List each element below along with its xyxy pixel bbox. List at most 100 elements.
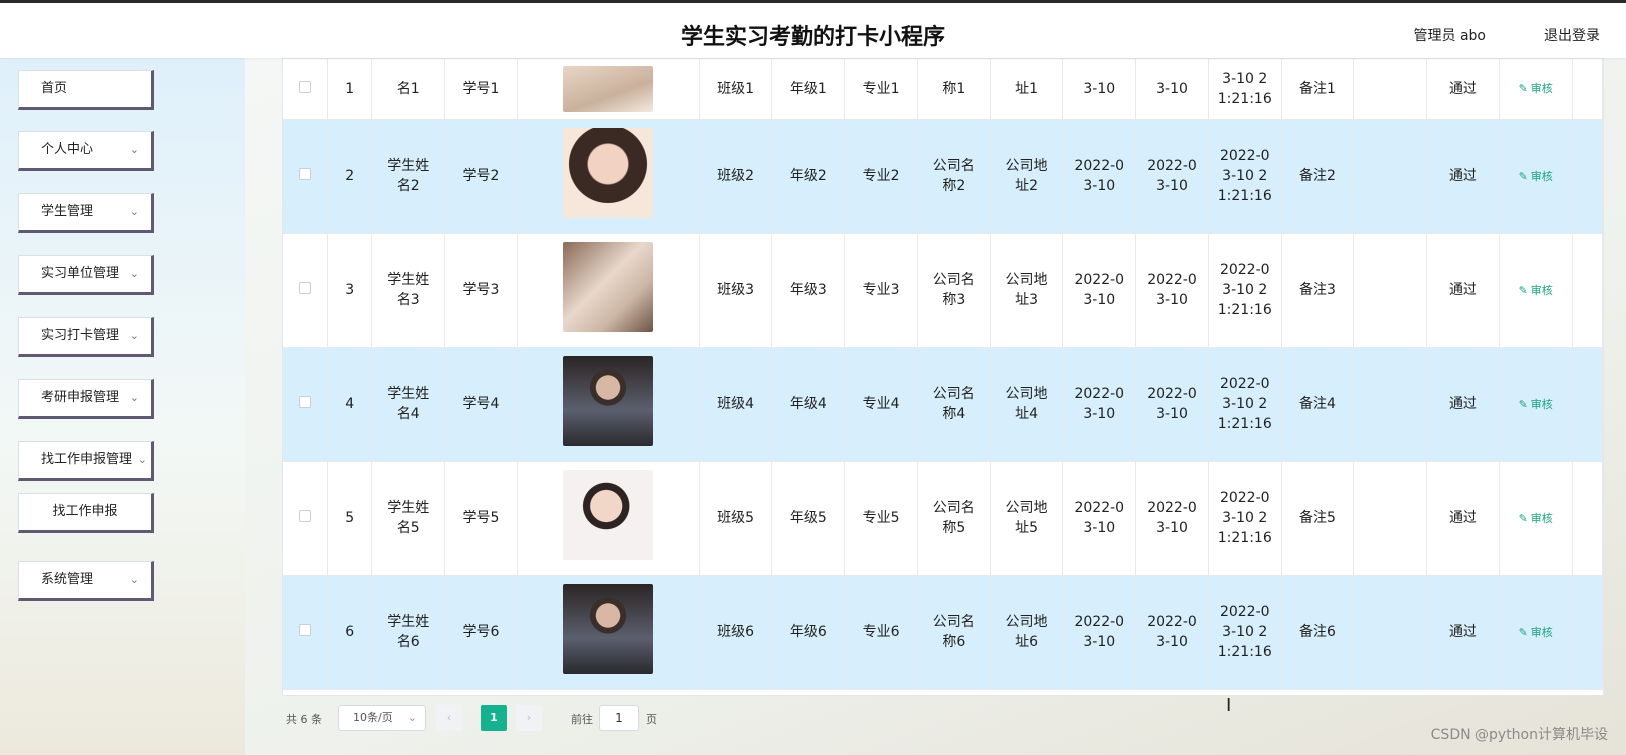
page-number-current[interactable]: 1 (481, 705, 507, 731)
cell-status: 通过 (1426, 119, 1500, 234)
cell-student-no: 学号6 (444, 575, 518, 690)
sidebar-item-label: 找工作申报 (52, 504, 118, 519)
cell-checkin-time: 3-10 2 1:21:16 (1208, 59, 1282, 120)
cell-grade: 年级4 (771, 347, 846, 462)
chevron-down-icon: ⌄ (129, 267, 139, 280)
student-photo (563, 128, 654, 218)
page-size-select[interactable]: 10条/页 ⌄ (338, 705, 426, 731)
sidebar-item-label: 考研申报管理 (41, 390, 120, 405)
audit-button[interactable]: ✎ 审核 (1519, 512, 1553, 525)
cell-checkin-time: 2022-0 3-10 2 1:21:16 (1208, 119, 1282, 234)
cell-company: 公司名 称5 (917, 461, 991, 576)
cell-name: 学生姓 名6 (371, 575, 446, 690)
page-title: 学生实习考勤的打卡小程序 (680, 25, 945, 50)
logout-link[interactable]: 退出登录 (1544, 25, 1600, 45)
cell-checkin-time: 2022-0 3-10 2 1:21:16 (1208, 575, 1282, 690)
audit-button[interactable]: ✎ 审核 (1519, 284, 1553, 297)
edit-pen-icon: ✎ (1518, 283, 1528, 297)
cell-remark: 备注4 (1281, 347, 1355, 462)
cell-date-end: 2022-0 3-10 (1135, 347, 1209, 462)
cell-class: 班级2 (699, 119, 773, 234)
audit-label: 审核 (1530, 169, 1553, 183)
sidebar-item-postgrad-application[interactable]: 考研申报管理 ⌄ (18, 379, 154, 419)
student-photo (563, 242, 654, 332)
cell-remark: 备注3 (1281, 233, 1355, 348)
sidebar-item-internship-unit[interactable]: 实习单位管理 ⌄ (18, 255, 154, 295)
text-cursor-icon: I (1226, 695, 1232, 716)
prev-page-button[interactable]: ‹ (436, 705, 462, 731)
student-photo (563, 584, 654, 674)
cell-remark: 备注1 (1281, 59, 1355, 120)
audit-button[interactable]: ✎ 审核 (1519, 170, 1553, 183)
row-checkbox[interactable] (298, 624, 311, 636)
audit-label: 审核 (1530, 625, 1553, 639)
cell-address: 公司地 址6 (990, 575, 1064, 690)
next-page-button[interactable]: › (516, 705, 542, 731)
table-row: 1 名1 学号1 班级1 年级1 专业1 称1 址1 3-10 3-10 3-1… (283, 59, 1603, 120)
audit-label: 审核 (1530, 511, 1553, 525)
row-checkbox[interactable] (298, 396, 311, 408)
cell-index: 5 (327, 461, 373, 576)
sidebar-item-student-management[interactable]: 学生管理 ⌄ (18, 193, 154, 233)
cell-name: 学生姓 名3 (371, 233, 446, 348)
cell-name: 学生姓 名4 (371, 347, 446, 462)
cell-company: 公司名 称2 (917, 119, 991, 234)
cell-address: 公司地 址2 (990, 119, 1064, 234)
cell-date-end: 2022-0 3-10 (1135, 461, 1209, 576)
table-row: 3 学生姓 名3 学号3 班级3 年级3 专业3 公司名 称3 公司地 址3 2… (283, 233, 1603, 348)
goto-page-input[interactable] (599, 705, 639, 731)
cell-date-end: 2022-0 3-10 (1135, 575, 1209, 690)
audit-button[interactable]: ✎ 审核 (1519, 398, 1553, 411)
cell-class: 班级1 (699, 59, 773, 120)
cell-date-start: 2022-0 3-10 (1062, 119, 1137, 234)
cell-grade: 年级6 (771, 575, 846, 690)
chevron-down-icon: ⌄ (129, 205, 139, 218)
cell-date-end: 3-10 (1135, 59, 1209, 120)
header-bar: 学生实习考勤的打卡小程序 管理员 abo 退出登录 (0, 0, 1626, 58)
row-checkbox[interactable] (298, 282, 311, 294)
audit-label: 审核 (1530, 397, 1553, 411)
sidebar-item-home[interactable]: 首页 (18, 70, 154, 110)
cell-grade: 年级5 (771, 461, 846, 576)
row-checkbox[interactable] (298, 80, 311, 93)
sidebar-item-system-management[interactable]: 系统管理 ⌄ (18, 561, 154, 601)
audit-button[interactable]: ✎ 审核 (1519, 626, 1553, 639)
cell-checkin-time: 2022-0 3-10 2 1:21:16 (1208, 461, 1282, 576)
admin-label: 管理员 abo (1413, 28, 1486, 44)
cell-company: 公司名 称4 (917, 347, 991, 462)
cell-index: 3 (327, 233, 373, 348)
table-row: 2 学生姓 名2 学号2 班级2 年级2 专业2 公司名 称2 公司地 址2 2… (283, 119, 1603, 234)
row-checkbox[interactable] (298, 168, 311, 180)
student-photo (563, 470, 654, 560)
sidebar-item-job-application-management[interactable]: 找工作申报管理 ⌄ (18, 441, 154, 481)
cell-class: 班级4 (699, 347, 773, 462)
row-checkbox[interactable] (298, 510, 311, 522)
edit-pen-icon: ✎ (1518, 511, 1528, 525)
sidebar-item-label: 学生管理 (41, 204, 94, 219)
student-photo (563, 356, 654, 446)
cell-date-start: 2022-0 3-10 (1062, 461, 1137, 576)
cell-status: 通过 (1426, 59, 1500, 120)
cell-status: 通过 (1426, 575, 1500, 690)
edit-pen-icon: ✎ (1518, 625, 1528, 639)
sidebar-subitem-job-application[interactable]: 找工作申报 (18, 493, 154, 533)
sidebar-item-label: 实习单位管理 (41, 266, 120, 281)
cell-grade: 年级2 (771, 119, 846, 234)
chevron-down-icon: ⌄ (137, 453, 147, 466)
sidebar-item-label: 找工作申报管理 (41, 452, 133, 467)
audit-label: 审核 (1530, 82, 1553, 96)
cell-date-start: 2022-0 3-10 (1062, 233, 1137, 348)
cell-student-no: 学号1 (444, 59, 518, 120)
audit-button[interactable]: ✎ 审核 (1519, 82, 1553, 95)
cell-index: 1 (327, 59, 373, 120)
total-count: 共 6 条 (286, 713, 322, 726)
sidebar-item-checkin-management[interactable]: 实习打卡管理 ⌄ (18, 317, 154, 357)
cell-major: 专业5 (844, 461, 918, 576)
cell-empty (1353, 347, 1428, 462)
cell-status: 通过 (1426, 461, 1500, 576)
cell-empty (1353, 59, 1428, 120)
sidebar-item-personal-center[interactable]: 个人中心 ⌄ (18, 131, 154, 171)
cell-date-end: 2022-0 3-10 (1135, 233, 1209, 348)
student-photo (563, 65, 654, 112)
cell-student-no: 学号3 (444, 233, 518, 348)
